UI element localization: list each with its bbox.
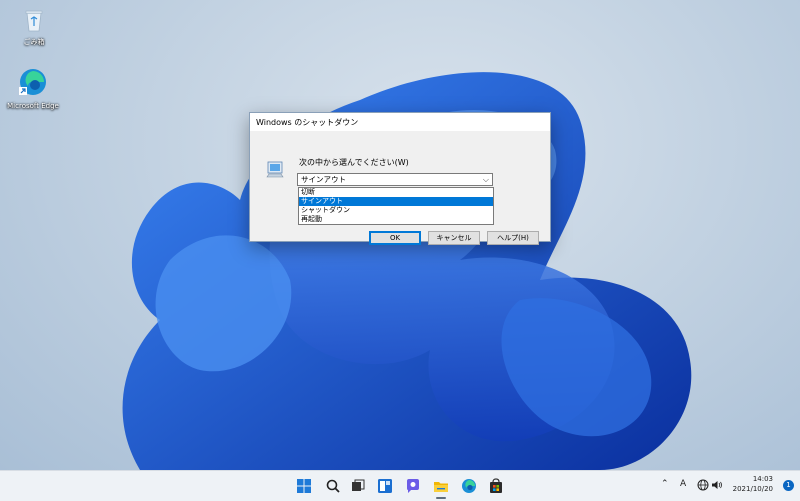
chevron-up-icon[interactable]: ⌃ bbox=[661, 479, 669, 489]
task-view-icon[interactable] bbox=[350, 478, 366, 494]
chat-icon[interactable] bbox=[405, 478, 421, 494]
cancel-button[interactable]: キャンセル bbox=[428, 231, 480, 245]
desktop: ごみ箱 Microsoft Edge Windows のシャットダウン 次の中か… bbox=[0, 0, 800, 470]
option-disconnect[interactable]: 切断 bbox=[299, 188, 493, 197]
store-icon[interactable] bbox=[488, 478, 504, 494]
notification-badge[interactable]: 1 bbox=[783, 480, 794, 491]
volume-icon[interactable] bbox=[711, 479, 723, 491]
selected-option: サインアウト bbox=[301, 175, 346, 184]
shutdown-option-select[interactable]: サインアウト ⌵ bbox=[297, 173, 493, 186]
option-sign-out[interactable]: サインアウト bbox=[299, 197, 493, 206]
help-button[interactable]: ヘルプ(H) bbox=[487, 231, 539, 245]
desktop-icon-edge[interactable]: Microsoft Edge bbox=[3, 67, 63, 110]
dialog-titlebar[interactable]: Windows のシャットダウン bbox=[250, 113, 550, 131]
clock-time: 14:03 bbox=[752, 475, 773, 483]
network-icon[interactable] bbox=[697, 479, 709, 491]
dialog-title: Windows のシャットダウン bbox=[256, 117, 359, 127]
taskbar: ⌃ A 14:03 2021/10/20 1 bbox=[0, 470, 800, 501]
system-clock[interactable]: 14:03 2021/10/20 bbox=[733, 474, 773, 494]
file-explorer-icon[interactable] bbox=[433, 478, 449, 494]
option-shut-down[interactable]: シャットダウン bbox=[299, 206, 493, 215]
active-app-indicator bbox=[436, 497, 446, 499]
widgets-icon[interactable] bbox=[377, 478, 393, 494]
chevron-down-icon[interactable]: ⌵ bbox=[483, 175, 489, 185]
ime-mode-indicator[interactable]: A bbox=[680, 479, 686, 489]
desktop-icon-label: ごみ箱 bbox=[23, 38, 45, 46]
start-icon[interactable] bbox=[296, 478, 312, 494]
option-restart[interactable]: 再起動 bbox=[299, 215, 493, 224]
clock-date: 2021/10/20 bbox=[732, 485, 773, 493]
search-icon[interactable] bbox=[325, 478, 341, 494]
ok-button[interactable]: OK bbox=[369, 231, 421, 245]
recycle-bin-icon bbox=[25, 10, 43, 32]
dialog-body: 次の中から選んでください(W) サインアウト ⌵ 切断 サインアウト シャットダ… bbox=[250, 131, 550, 245]
desktop-icon-label: Microsoft Edge bbox=[7, 102, 59, 110]
computer-icon bbox=[266, 161, 284, 178]
edge-icon bbox=[19, 69, 46, 95]
shutdown-dialog: Windows のシャットダウン 次の中から選んでください(W) サインアウト … bbox=[249, 112, 551, 245]
shutdown-option-list: 切断 サインアウト シャットダウン 再起動 bbox=[298, 187, 494, 225]
edge-icon[interactable] bbox=[461, 478, 477, 494]
shutdown-prompt-label: 次の中から選んでください(W) bbox=[299, 158, 409, 167]
desktop-icon-recycle-bin[interactable]: ごみ箱 bbox=[4, 6, 64, 47]
